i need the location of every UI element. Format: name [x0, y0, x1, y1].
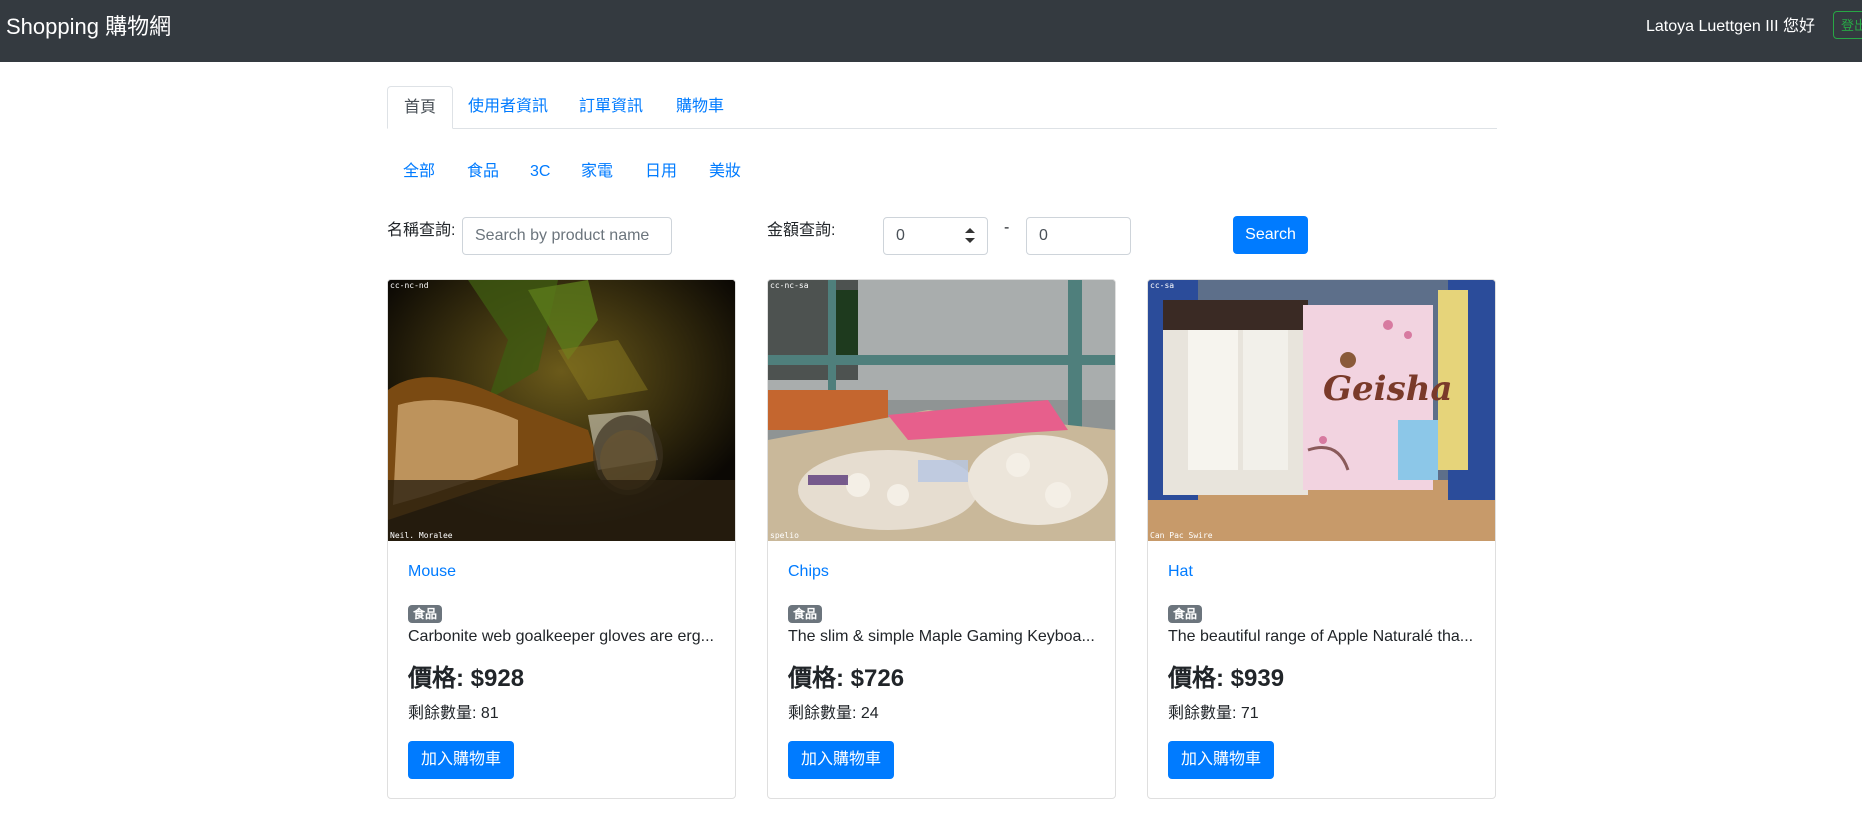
tab-home[interactable]: 首頁	[387, 86, 453, 129]
price-search-label: 金額查詢:	[767, 222, 836, 239]
add-to-cart-button[interactable]: 加入購物車	[1168, 741, 1274, 779]
product-card: cc-nc-nd Neil. Moralee Mouse 食品 Carbonit…	[387, 279, 736, 799]
category-appliances[interactable]: 家電	[581, 160, 613, 184]
product-price: 價格: $939	[1168, 665, 1285, 692]
image-credit-bottom: Can Pac Swire	[1150, 531, 1213, 540]
min-price-input[interactable]: 0	[883, 217, 988, 255]
image-credit-bottom: Neil. Moralee	[390, 531, 453, 540]
product-description: The beautiful range of Apple Naturalé th…	[1168, 628, 1474, 645]
product-stock: 剩餘數量: 81	[408, 705, 499, 722]
product-image[interactable]: Geisha cc-sa Can Pac Swire	[1148, 280, 1495, 541]
category-daily[interactable]: 日用	[645, 160, 677, 184]
navbar: Shopping 購物網 Latoya Luettgen III 您好 登出	[0, 0, 1862, 62]
product-name[interactable]: Mouse	[408, 562, 456, 582]
image-credit-bottom: spelio	[770, 531, 799, 540]
image-credit-top: cc-sa	[1150, 281, 1175, 290]
product-description: The slim & simple Maple Gaming Keyboa...	[788, 628, 1095, 645]
search-button[interactable]: Search	[1233, 216, 1308, 254]
name-search-label: 名稱查詢:	[387, 222, 456, 239]
category-badge: 食品	[1168, 605, 1203, 623]
max-price-input[interactable]: 0	[1026, 217, 1131, 255]
category-3c[interactable]: 3C	[530, 160, 550, 184]
brand-title[interactable]: Shopping 購物網	[6, 14, 171, 40]
tab-user-info[interactable]: 使用者資訊	[453, 86, 563, 128]
product-price: 價格: $726	[788, 665, 905, 692]
max-price-value: 0	[1039, 227, 1048, 244]
product-description: Carbonite web goalkeeper gloves are erg.…	[408, 628, 714, 645]
product-name[interactable]: Hat	[1168, 562, 1193, 582]
product-card: Geisha cc-sa Can Pac Swire Hat 食品 The be…	[1147, 279, 1496, 799]
add-to-cart-button[interactable]: 加入購物車	[788, 741, 894, 779]
min-price-value: 0	[896, 227, 905, 244]
min-price-spinner[interactable]	[965, 227, 977, 245]
image-credit-top: cc-nc-nd	[390, 281, 429, 290]
product-card: cc-nc-sa spelio Chips 食品 The slim & simp…	[767, 279, 1116, 799]
logout-button[interactable]: 登出	[1833, 11, 1862, 39]
geisha-brand-text: Geisha	[1323, 369, 1452, 409]
tab-cart[interactable]: 購物車	[659, 86, 741, 128]
image-credit-top: cc-nc-sa	[770, 281, 809, 290]
product-stock: 剩餘數量: 71	[1168, 705, 1259, 722]
category-badge: 食品	[408, 605, 443, 623]
chocolate-box-photo: Geisha	[1148, 280, 1495, 541]
category-food[interactable]: 食品	[467, 160, 499, 184]
product-stock: 剩餘數量: 24	[788, 705, 879, 722]
product-image[interactable]: cc-nc-nd Neil. Moralee	[388, 280, 735, 541]
product-image[interactable]: cc-nc-sa spelio	[768, 280, 1115, 541]
price-range-separator: -	[1004, 219, 1010, 236]
mushroom-box-photo	[768, 280, 1115, 541]
add-to-cart-button[interactable]: 加入購物車	[408, 741, 514, 779]
category-beauty[interactable]: 美妝	[709, 160, 741, 184]
user-greeting: Latoya Luettgen III 您好	[1646, 18, 1815, 35]
name-search-input[interactable]: Search by product name	[462, 217, 672, 255]
category-all[interactable]: 全部	[403, 160, 435, 184]
tab-orders[interactable]: 訂單資訊	[563, 86, 659, 128]
spin-down-icon[interactable]	[965, 238, 975, 243]
main-tabs: 首頁 使用者資訊 訂單資訊 購物車	[387, 86, 1497, 129]
name-search-placeholder: Search by product name	[475, 227, 650, 244]
spin-up-icon[interactable]	[965, 228, 975, 233]
product-name[interactable]: Chips	[788, 562, 829, 582]
product-price: 價格: $928	[408, 665, 525, 692]
whiskey-photo	[388, 280, 735, 541]
category-badge: 食品	[788, 605, 823, 623]
